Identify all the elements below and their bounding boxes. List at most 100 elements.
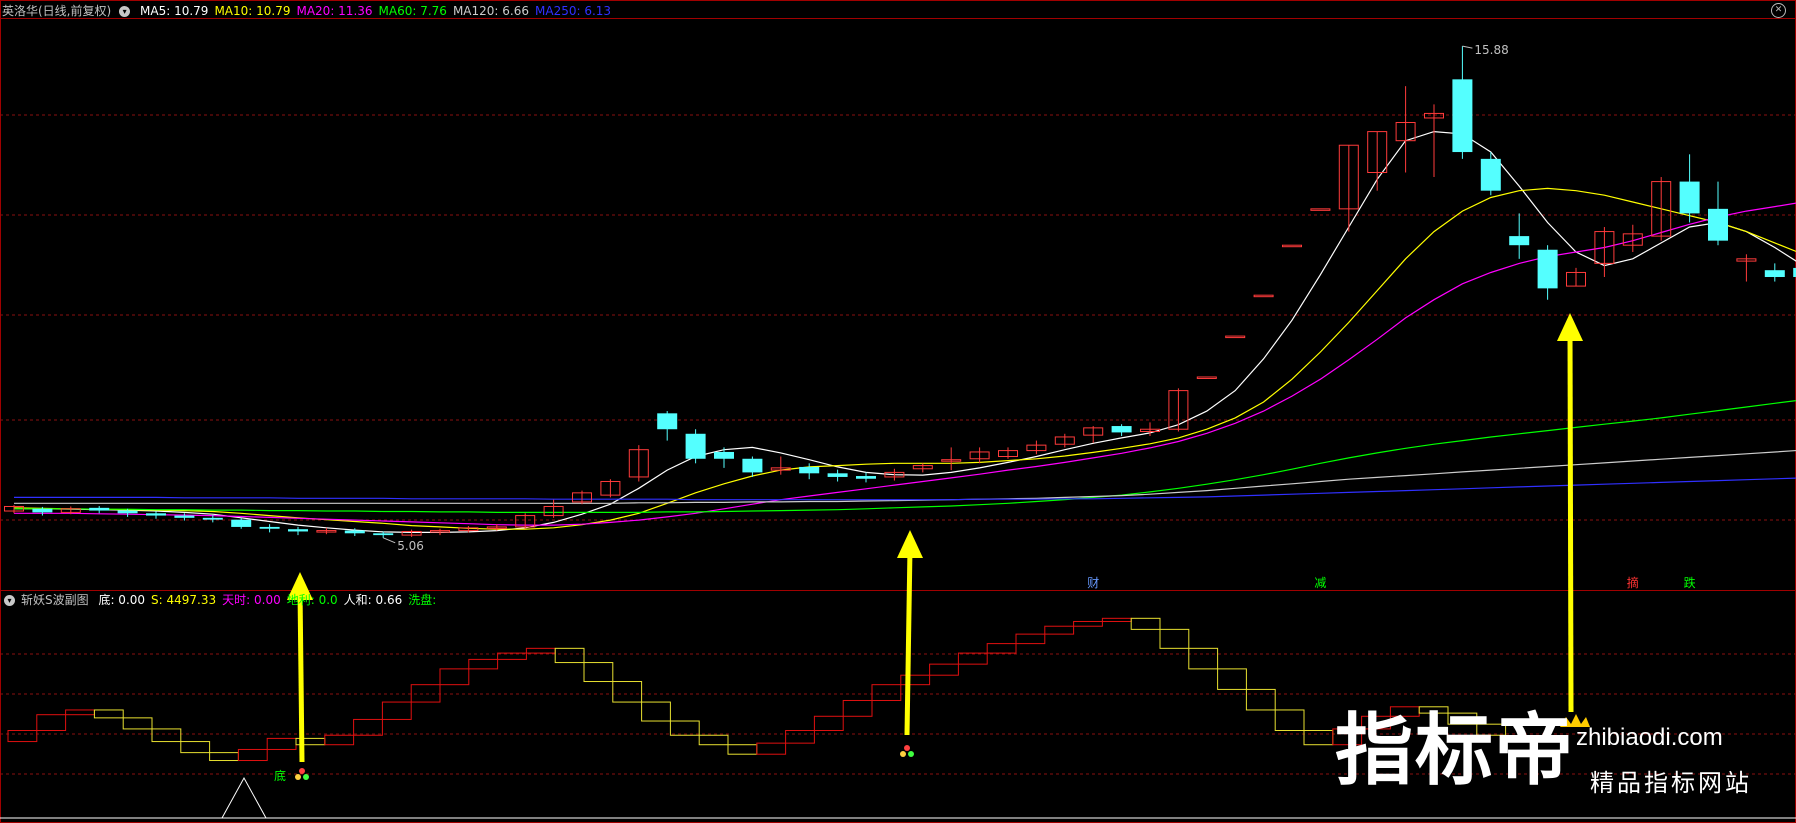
candle-body	[1111, 426, 1132, 433]
sub-step	[1303, 730, 1334, 746]
candle	[572, 490, 592, 505]
candle	[1054, 433, 1075, 448]
sub-step	[641, 701, 671, 722]
candle-body	[259, 526, 280, 529]
candle-body	[685, 433, 706, 459]
candle	[1566, 267, 1586, 287]
signal-dot	[904, 745, 910, 751]
annotations: 15.88 5.06 财 减 摘 跌	[383, 43, 1696, 590]
sub-step	[957, 652, 988, 665]
signal-dot	[303, 774, 309, 780]
sub-step	[122, 717, 153, 730]
candle	[657, 411, 678, 441]
candle	[1338, 144, 1359, 232]
sub-step	[756, 742, 787, 755]
candle-body	[1225, 335, 1246, 339]
candle-body	[827, 473, 848, 477]
candle	[174, 513, 195, 521]
candle	[231, 517, 252, 529]
sub-step	[1130, 617, 1161, 630]
sub-step	[900, 674, 931, 686]
low-label: 5.06	[397, 539, 424, 553]
signal-dot	[295, 774, 301, 780]
main-legend-title[interactable]: 英洛华(日线,前复权)	[2, 4, 111, 18]
sub-step	[871, 684, 902, 701]
candle	[628, 445, 649, 482]
sub-step	[785, 730, 815, 744]
candle	[89, 506, 110, 514]
sub-step	[1159, 628, 1190, 649]
settings-icon[interactable]: ▾	[119, 6, 131, 17]
sub-step	[36, 714, 67, 732]
candle-body	[1480, 158, 1501, 191]
sub-step	[65, 709, 95, 716]
sub-step	[813, 715, 844, 732]
candle	[1452, 46, 1473, 159]
sub-step	[727, 744, 758, 755]
main-legend-item: MA250: 6.13	[535, 4, 612, 18]
frame	[0, 0, 1796, 823]
candle	[1253, 294, 1274, 298]
sub-legend-item: 人和: 0.66	[343, 593, 403, 607]
sub-legend: ▾ 斩妖S波副图 底: 0.00 S: 4497.33 天时: 0.00 地利: 0.0…	[2, 591, 448, 608]
arrow-shaft	[1567, 330, 1574, 713]
candle	[1083, 426, 1104, 443]
arrow	[897, 530, 923, 736]
candle	[515, 513, 536, 529]
candle-body	[799, 466, 820, 474]
candle	[1026, 440, 1047, 455]
grid-lines	[0, 0, 1796, 823]
arrow	[1557, 313, 1583, 713]
bottom-label: 底	[274, 768, 286, 783]
candle	[685, 429, 706, 464]
ma-line-ma60	[14, 400, 1796, 514]
close-icon[interactable]: ✕	[1771, 3, 1786, 18]
sub-step	[929, 663, 959, 676]
candle-body	[1196, 376, 1217, 379]
sub-step	[1188, 647, 1219, 670]
arrow-shaft	[297, 589, 305, 763]
ma-line-ma20	[14, 202, 1796, 526]
sub-step	[612, 681, 643, 703]
sub-step	[986, 643, 1017, 654]
sub-legend-item: 洗盘:	[408, 593, 437, 607]
candle-body	[714, 451, 734, 459]
candle	[799, 463, 820, 480]
candle	[1168, 388, 1189, 432]
candle	[600, 479, 621, 498]
sub-legend-title[interactable]: 斩妖S波副图	[21, 593, 89, 607]
candle	[1594, 227, 1615, 278]
low-marker	[383, 537, 396, 544]
candle-body	[288, 529, 308, 532]
settings-icon[interactable]: ▾	[4, 595, 15, 606]
candle-body	[1452, 79, 1473, 153]
chart-canvas[interactable]: 底 15.88 5.06 财 减 摘 跌	[0, 0, 1796, 823]
candle	[969, 447, 990, 464]
sub-step	[266, 737, 297, 750]
high-marker	[1462, 45, 1473, 49]
candle	[1679, 154, 1700, 223]
sub-step	[180, 741, 211, 754]
candle-body	[174, 515, 195, 518]
high-label: 15.88	[1474, 43, 1508, 57]
sub-step	[525, 647, 556, 654]
bottom-triangle	[221, 776, 267, 819]
event-label: 跌	[1684, 575, 1696, 590]
arrow-head	[1557, 313, 1583, 341]
signal-dot	[299, 768, 305, 774]
candle-body	[32, 508, 53, 513]
candle	[1736, 254, 1757, 282]
sub-step	[583, 662, 614, 683]
candle	[543, 499, 564, 518]
candle-body	[1764, 270, 1785, 278]
candle-body	[373, 533, 394, 536]
candle-body	[89, 507, 110, 511]
main-legend-item: MA60: 7.76	[378, 4, 447, 18]
candle	[856, 472, 876, 483]
sub-step	[410, 684, 441, 703]
candle-body	[1679, 181, 1700, 214]
sub-legend-item: 地利: 0.0	[286, 593, 338, 607]
candle-body	[1509, 236, 1530, 246]
candle	[1537, 245, 1558, 300]
watermark-tagline: 精品指标网站	[1590, 769, 1752, 797]
